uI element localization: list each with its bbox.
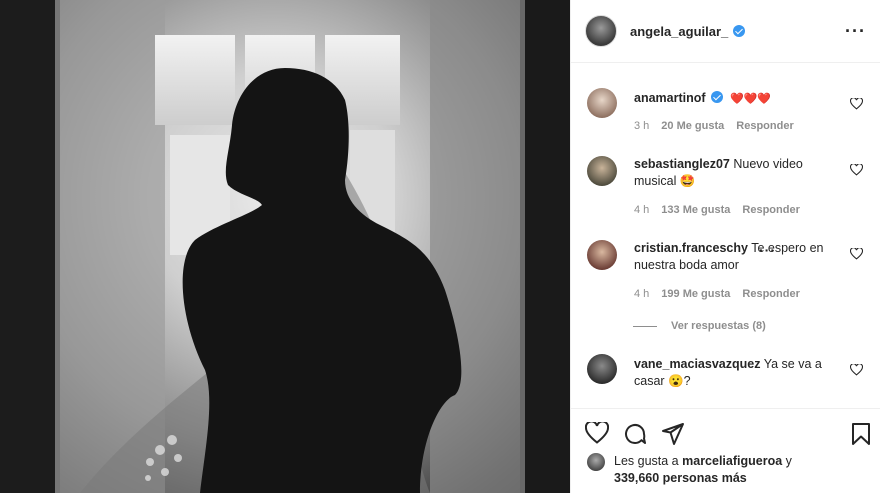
commenter-avatar[interactable] bbox=[587, 156, 617, 186]
heart-icon[interactable] bbox=[585, 422, 609, 444]
comment-item: vane_maciasvazquez Ya se va a casar 😮? bbox=[587, 354, 867, 404]
comment-username[interactable]: vane_maciasvazquez bbox=[634, 357, 760, 371]
heart-icon[interactable] bbox=[850, 364, 863, 376]
heart-icon[interactable] bbox=[850, 248, 863, 260]
more-horizontal-icon[interactable]: ··· bbox=[845, 22, 866, 40]
comment-username[interactable]: sebastianglez07 bbox=[634, 157, 730, 171]
liker-avatar[interactable] bbox=[587, 453, 605, 471]
commenter-avatar[interactable] bbox=[587, 88, 617, 118]
send-icon[interactable] bbox=[661, 422, 685, 446]
comment-time: 4 h bbox=[634, 288, 650, 300]
replies-divider bbox=[633, 325, 657, 327]
comment-item: sebastianglez07 Nuevo video musical 🤩 4 … bbox=[587, 156, 867, 226]
reply-button[interactable]: Responder bbox=[742, 204, 799, 216]
verified-badge-icon bbox=[733, 24, 746, 37]
comment-item: cristian.franceschy Te espero en nuestra… bbox=[587, 240, 867, 310]
author-username[interactable]: angela_aguilar_ bbox=[630, 24, 746, 39]
view-replies-button[interactable]: Ver respuestas (8) bbox=[633, 320, 766, 332]
likes-conj: y bbox=[785, 454, 792, 468]
likes-prefix: Les gusta a bbox=[614, 454, 679, 468]
commenter-avatar[interactable] bbox=[587, 240, 617, 270]
likes-count[interactable]: 339,660 personas más bbox=[614, 471, 747, 485]
post-actions bbox=[571, 408, 880, 456]
heart-icon[interactable] bbox=[850, 98, 863, 110]
comment-text: ❤️❤️❤️ bbox=[730, 93, 772, 105]
author-username-text[interactable]: angela_aguilar_ bbox=[630, 24, 728, 39]
comment-item: anamartinof ❤️❤️❤️ 3 h 20 Me gusta Respond… bbox=[587, 88, 867, 148]
reply-button[interactable]: Responder bbox=[736, 120, 793, 132]
heart-icon[interactable] bbox=[850, 164, 863, 176]
post-header: angela_aguilar_ ··· bbox=[571, 0, 880, 63]
liker-username[interactable]: marceliafigueroa bbox=[682, 454, 782, 468]
comment-likes[interactable]: 133 Me gusta bbox=[661, 204, 730, 216]
reply-button[interactable]: Responder bbox=[742, 288, 799, 300]
view-replies-label: Ver respuestas (8) bbox=[671, 320, 766, 332]
comment-username[interactable]: anamartinof bbox=[634, 91, 706, 105]
comment-likes[interactable]: 20 Me gusta bbox=[661, 120, 724, 132]
commenter-avatar[interactable] bbox=[587, 354, 617, 384]
verified-badge-icon bbox=[710, 91, 723, 103]
post-photo bbox=[0, 0, 570, 493]
comment-username[interactable]: cristian.franceschy bbox=[634, 241, 748, 255]
comment-suffix: ? bbox=[683, 374, 691, 388]
comment-icon[interactable] bbox=[623, 422, 647, 446]
post-sidebar: angela_aguilar_ ··· anamartinof ❤️❤️❤️ 3… bbox=[570, 0, 880, 493]
author-avatar[interactable] bbox=[585, 15, 617, 47]
bookmark-icon[interactable] bbox=[851, 422, 871, 446]
comment-options-icon[interactable]: ··· bbox=[759, 242, 776, 258]
comment-likes[interactable]: 199 Me gusta bbox=[661, 288, 730, 300]
comment-emoji: 😮 bbox=[668, 374, 684, 388]
comment-time: 3 h bbox=[634, 120, 650, 132]
comment-time: 4 h bbox=[634, 204, 650, 216]
bride-silhouette-image bbox=[0, 0, 570, 493]
comments-list: anamartinof ❤️❤️❤️ 3 h 20 Me gusta Respond… bbox=[571, 64, 880, 408]
comment-emoji: 🤩 bbox=[679, 174, 696, 188]
